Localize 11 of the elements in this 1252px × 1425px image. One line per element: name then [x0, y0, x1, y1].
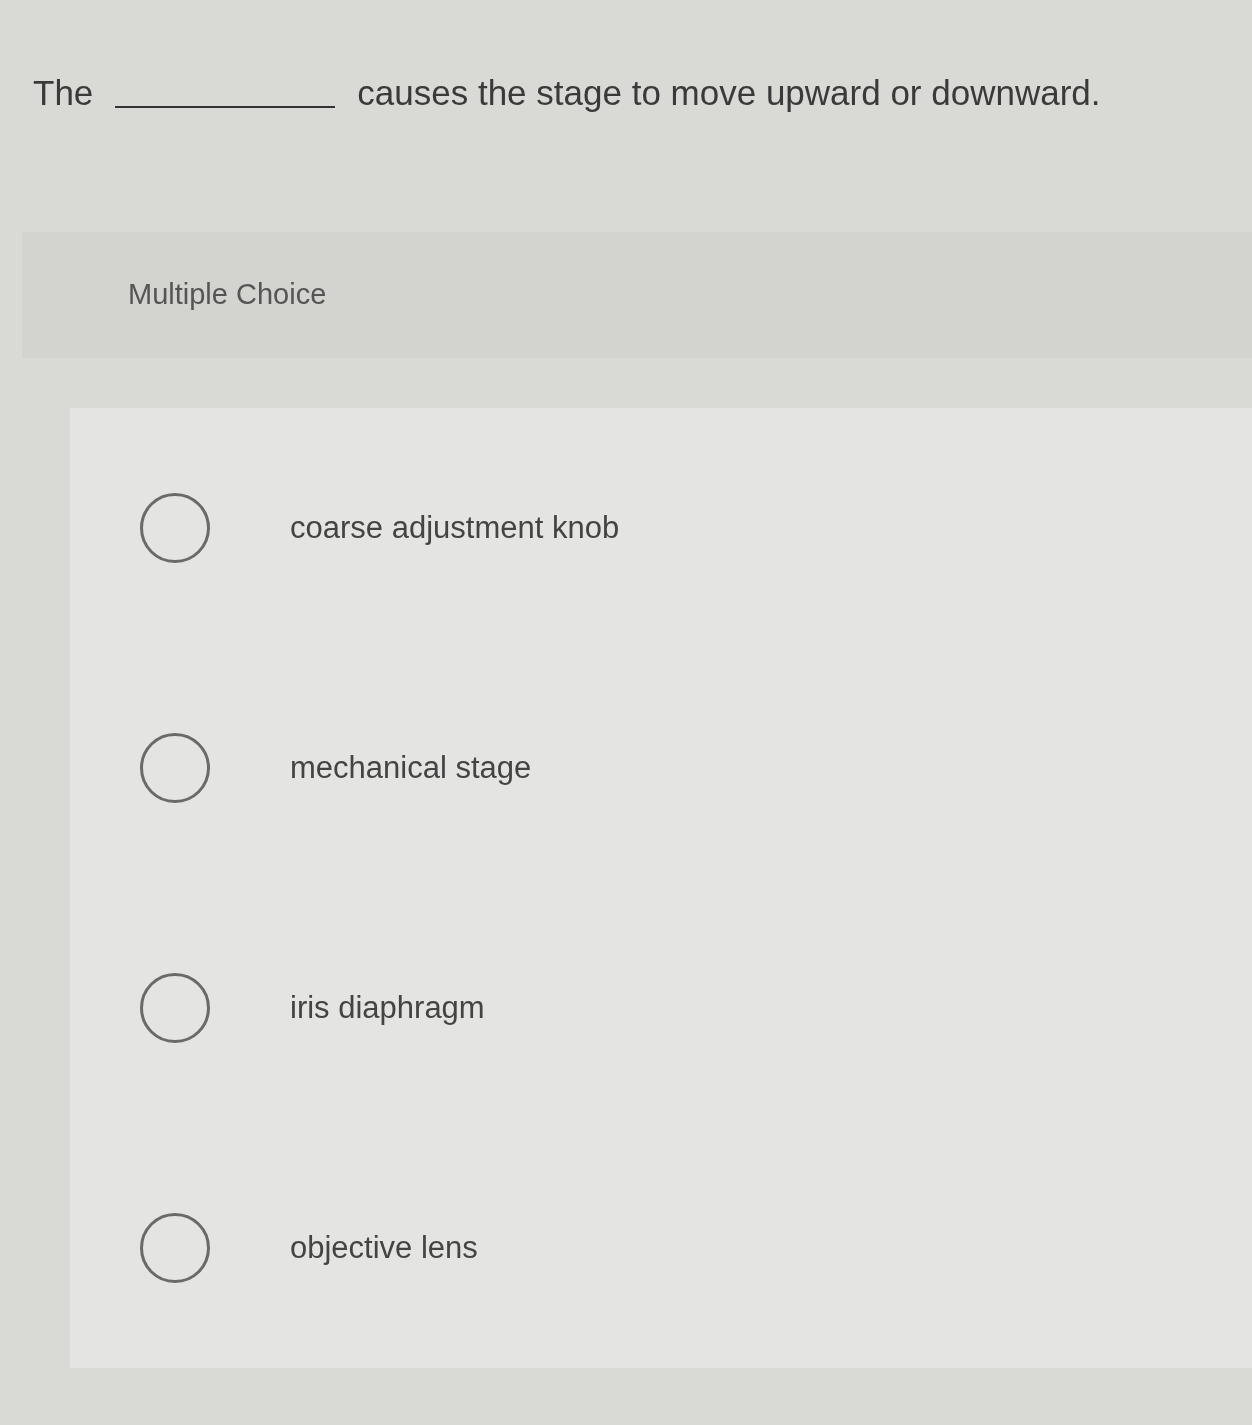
option-label[interactable]: iris diaphragm	[290, 984, 485, 1032]
question-type-label: Multiple Choice	[128, 277, 327, 313]
question-text: causes the stage to move upward or downward.	[357, 72, 1101, 114]
radio-button[interactable]	[140, 493, 210, 563]
radio-button[interactable]	[140, 733, 210, 803]
option-label[interactable]: objective lens	[290, 1224, 478, 1272]
option-label[interactable]: coarse adjustment knob	[290, 504, 620, 552]
radio-button[interactable]	[140, 1213, 210, 1283]
radio-button[interactable]	[140, 973, 210, 1043]
question-text: The	[33, 72, 94, 114]
option-label[interactable]: mechanical stage	[290, 744, 532, 792]
